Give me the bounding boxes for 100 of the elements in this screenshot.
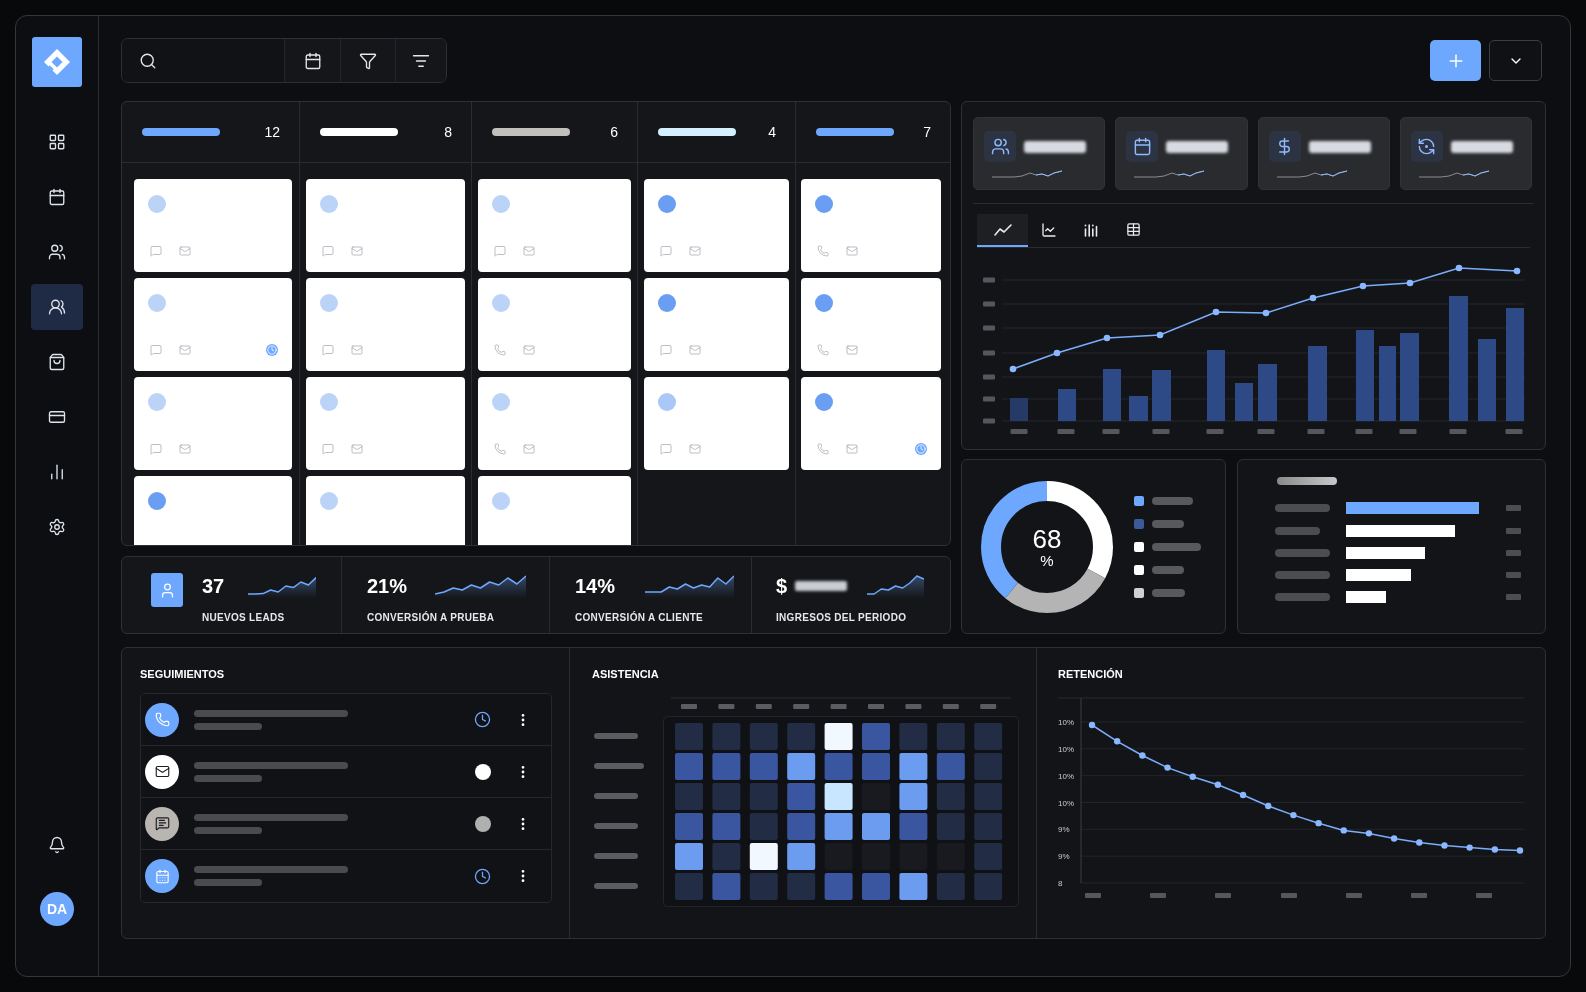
phone-icon (817, 344, 829, 356)
text-placeholder (194, 774, 262, 782)
mail-icon (351, 344, 363, 356)
text-placeholder (194, 879, 262, 886)
bag-icon (48, 353, 66, 371)
lead-card[interactable] (134, 476, 292, 545)
lead-card[interactable] (478, 278, 631, 371)
blurred-value (1308, 140, 1371, 153)
axis-label: 10% (1058, 798, 1074, 808)
column-count: 8 (444, 122, 452, 142)
mail-icon (179, 344, 191, 356)
phone-icon (817, 443, 829, 455)
blurred-value (1166, 140, 1229, 153)
calendar-icon (1126, 131, 1159, 162)
text-placeholder (1152, 588, 1185, 597)
axis-label: 9% (1058, 852, 1070, 862)
lead-card[interactable] (306, 476, 465, 545)
mail-icon (523, 344, 535, 356)
axis-label: 10% (1058, 718, 1074, 727)
text-placeholder (194, 826, 262, 834)
kpi-label: INGRESOS DEL PERIODO (776, 611, 908, 625)
axis-label: 9% (1058, 825, 1070, 835)
mail-icon (523, 443, 535, 455)
mail-icon (689, 344, 701, 356)
axis-label: 8 (1058, 879, 1063, 888)
lead-card[interactable] (478, 377, 631, 470)
text-placeholder (1152, 542, 1201, 551)
nav-item[interactable] (31, 284, 83, 330)
users-icon (984, 131, 1016, 162)
column-count: 4 (768, 122, 776, 142)
mail-icon (846, 344, 858, 356)
logo-icon[interactable] (32, 37, 82, 87)
kpi-value: 14% (575, 574, 616, 598)
lead-card[interactable] (134, 278, 292, 371)
chat-icon (150, 443, 162, 455)
blurred-value (1450, 140, 1513, 153)
clock-icon (474, 711, 491, 728)
calendar-icon (303, 51, 322, 70)
lead-card[interactable] (478, 476, 631, 545)
chat-icon (660, 245, 672, 257)
column-count: 12 (264, 122, 280, 142)
chart-tab[interactable] (977, 214, 1028, 247)
settings-icon (48, 518, 66, 536)
axis-label: 10% (1058, 771, 1074, 781)
lead-card[interactable] (644, 377, 789, 470)
mail-icon (523, 245, 535, 257)
mail-icon (689, 443, 701, 455)
lead-card[interactable] (801, 179, 941, 272)
kpi-label: CONVERSIÓN A PRUEBA (367, 610, 496, 625)
chat-icon (322, 344, 334, 356)
add-button[interactable] (1430, 40, 1481, 81)
clock-icon (474, 867, 491, 885)
mail-icon (351, 245, 363, 257)
kpi-value: 37 (202, 574, 225, 598)
lead-card[interactable] (644, 179, 789, 272)
sparkline (248, 574, 317, 598)
chat-icon (322, 443, 334, 455)
lead-card[interactable] (306, 179, 465, 272)
section-title: RETENCIÓN (1057, 667, 1124, 681)
lead-card[interactable] (801, 377, 941, 470)
mail-icon (351, 443, 363, 455)
donut-value: 68 (1032, 524, 1062, 553)
sort-button[interactable] (395, 39, 446, 82)
sparkline (1134, 169, 1205, 179)
lead-card[interactable] (306, 278, 465, 371)
column-count: 6 (610, 122, 618, 142)
lead-card[interactable] (306, 377, 465, 470)
table-icon (1125, 222, 1141, 237)
users-icon (48, 243, 66, 261)
bell-icon[interactable] (48, 836, 66, 854)
sparkline (1418, 169, 1489, 179)
search-icon (139, 51, 157, 70)
calendar-icon (48, 188, 66, 206)
text-placeholder (194, 722, 262, 730)
phone-icon (494, 443, 506, 455)
chat-icon (660, 443, 672, 455)
calendar-button[interactable] (284, 39, 340, 82)
users-icon (48, 298, 66, 316)
chat-icon (150, 245, 162, 257)
grid-icon (48, 133, 66, 151)
mail-icon (179, 443, 191, 455)
filter-button[interactable] (340, 39, 395, 82)
lead-card[interactable] (644, 278, 789, 371)
lead-card[interactable] (478, 179, 631, 272)
mail-icon (179, 245, 191, 257)
lead-card[interactable] (134, 377, 292, 470)
dropdown-button[interactable] (1489, 40, 1542, 81)
chat-icon (494, 245, 506, 257)
axis-label: 10% (1058, 744, 1074, 754)
lead-card[interactable] (801, 278, 941, 371)
user-avatar[interactable]: DA (40, 892, 74, 926)
column-count: 7 (923, 122, 931, 142)
user-icon (151, 573, 183, 607)
sparkline (867, 574, 925, 598)
lead-card[interactable] (134, 179, 292, 272)
kpi-label: CONVERSIÓN A CLIENTE (575, 610, 705, 625)
blurred-value (1024, 140, 1086, 153)
mail-icon (846, 245, 858, 257)
bar-chart-icon (48, 463, 66, 481)
text-placeholder (1152, 565, 1184, 574)
